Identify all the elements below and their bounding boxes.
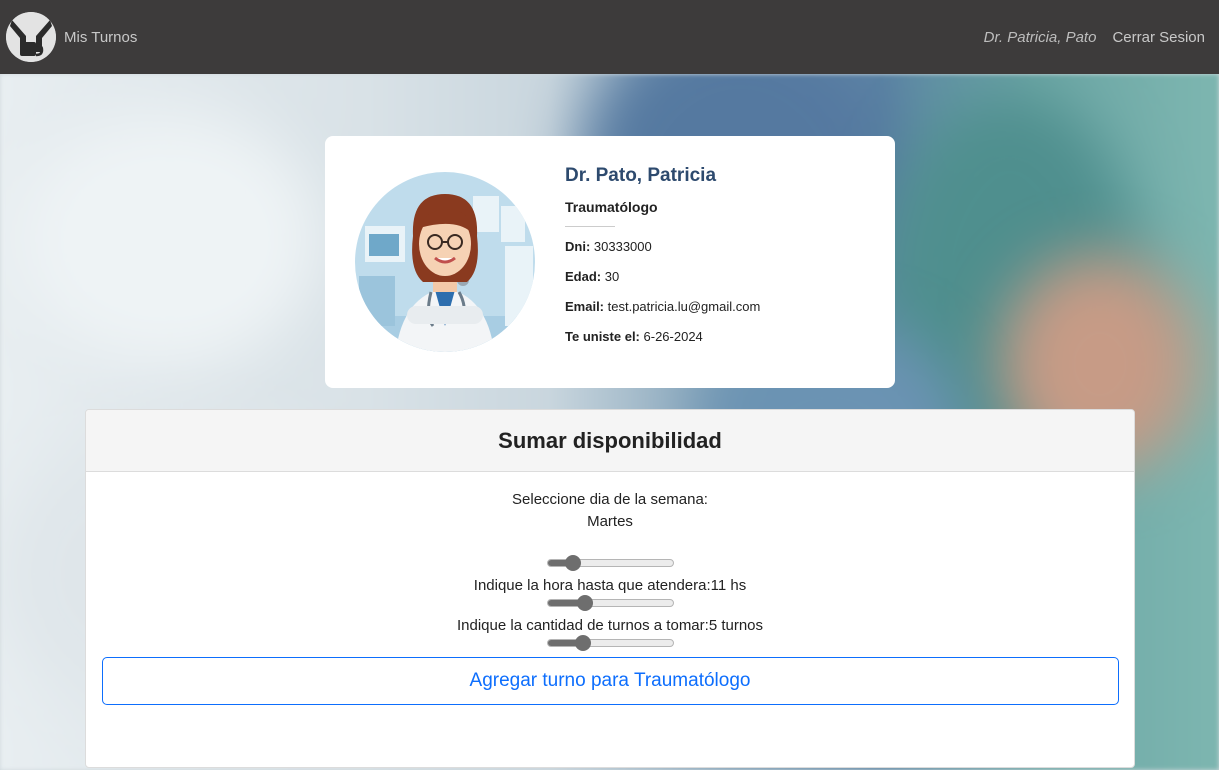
dni-value: 30333000 — [593, 238, 652, 254]
doctor-specialty: Traumatólogo — [565, 198, 658, 215]
dni-row: Dni: 30333000 — [565, 239, 760, 254]
profile-card: Dr. Pato, Patricia Traumatólogo Dni: 303… — [325, 136, 895, 388]
panel-body: Seleccione dia de la semana: Martes Indi… — [86, 491, 1134, 705]
email-value: test.patricia.lu@gmail.com — [607, 298, 761, 314]
age-row: Edad: 30 — [565, 269, 760, 284]
logout-link[interactable]: Cerrar Sesion — [1112, 29, 1205, 46]
day-slider[interactable] — [546, 555, 674, 571]
nav-right: Dr. Patricia, Pato Cerrar Sesion — [984, 29, 1205, 46]
joined-row: Te uniste el: 6-26-2024 — [565, 329, 760, 344]
doctor-name: Dr. Pato, Patricia — [565, 164, 717, 186]
day-value: Martes — [587, 513, 633, 530]
turns-label: Indique la cantidad de turnos a tomar:5 … — [456, 617, 764, 634]
navbar: Mis Turnos Dr. Patricia, Pato Cerrar Ses… — [0, 0, 1219, 74]
divider — [565, 225, 615, 227]
joined-value: 6-26-2024 — [643, 328, 703, 344]
doctor-avatar — [355, 166, 535, 358]
panel-title: Sumar disponibilidad — [498, 427, 722, 453]
dni-label: Dni: — [565, 238, 591, 254]
add-turn-button[interactable]: Agregar turno para Traumatólogo — [101, 657, 1119, 705]
app-logo[interactable] — [6, 12, 56, 62]
day-slider-thumb[interactable] — [564, 555, 581, 571]
hour-slider-thumb[interactable] — [577, 595, 593, 611]
turns-slider-thumb[interactable] — [574, 635, 591, 651]
brand-title[interactable]: Mis Turnos — [64, 29, 137, 46]
age-label: Edad: — [565, 268, 602, 284]
doctor-info: Dr. Pato, Patricia Traumatólogo Dni: 303… — [565, 165, 760, 344]
email-label: Email: — [565, 298, 605, 314]
turns-slider[interactable] — [546, 635, 674, 651]
hour-label: Indique la hora hasta que atendera:11 hs — [473, 577, 747, 594]
current-user-name[interactable]: Dr. Patricia, Pato — [984, 29, 1097, 46]
panel-header: Sumar disponibilidad — [86, 410, 1134, 472]
email-row: Email: test.patricia.lu@gmail.com — [565, 299, 760, 314]
day-label: Seleccione dia de la semana: — [512, 491, 708, 508]
hour-slider[interactable] — [546, 595, 674, 611]
age-value: 30 — [604, 268, 620, 284]
availability-panel: Sumar disponibilidad Seleccione dia de l… — [85, 409, 1135, 768]
joined-label: Te uniste el: — [565, 328, 640, 344]
